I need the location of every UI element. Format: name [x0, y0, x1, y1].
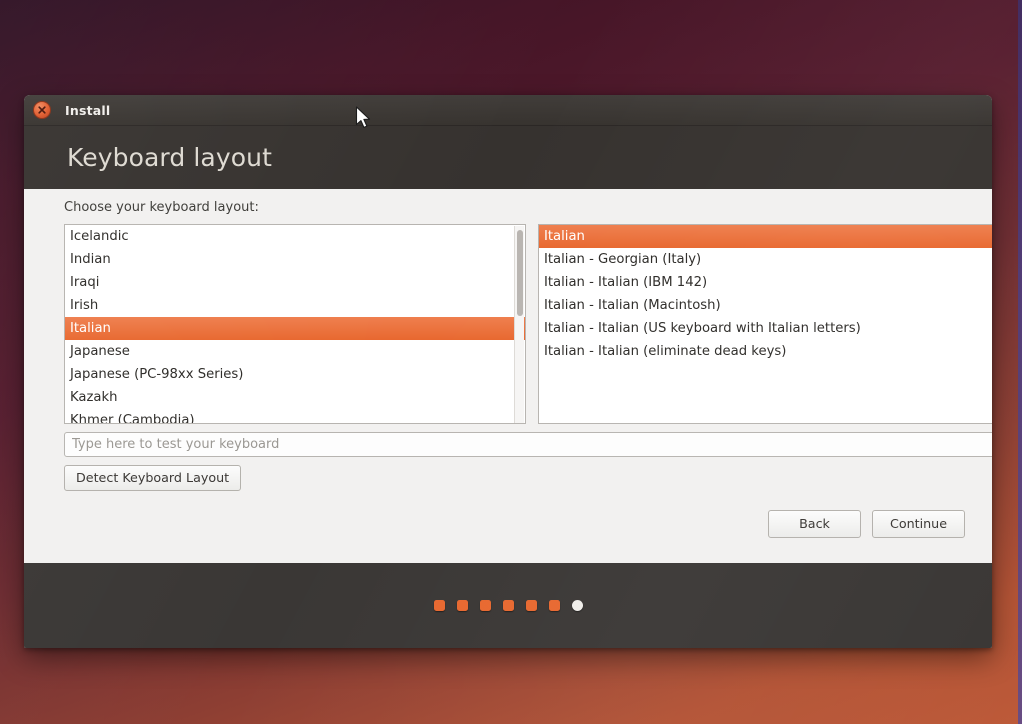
window-titlebar[interactable]: Install	[24, 95, 992, 126]
keyboard-layout-list[interactable]: Icelandic Indian Iraqi Irish Italian Japanese…	[64, 224, 526, 424]
layout-list-scrollbar[interactable]	[514, 226, 524, 423]
install-window: Install Keyboard layout Choose your keyb…	[24, 95, 992, 648]
progress-dot	[525, 600, 537, 611]
keyboard-variant-item[interactable]: Italian - Italian (eliminate dead keys)	[539, 340, 992, 363]
keyboard-variant-item[interactable]: Italian - Italian (US keyboard with Ital…	[539, 317, 992, 340]
keyboard-variant-item[interactable]: Italian - Georgian (Italy)	[539, 248, 992, 271]
page-header: Keyboard layout	[24, 126, 992, 189]
keyboard-variant-item[interactable]: Italian - Italian (IBM 142)	[539, 271, 992, 294]
main-content: Choose your keyboard layout: Icelandic In…	[24, 189, 992, 562]
keyboard-layout-item[interactable]: Indian	[65, 248, 525, 271]
window-title: Install	[65, 102, 111, 118]
keyboard-variant-item[interactable]: Italian	[539, 225, 992, 248]
progress-dot	[456, 600, 468, 611]
close-icon[interactable]	[33, 101, 51, 119]
progress-dots	[433, 600, 583, 611]
keyboard-variant-item[interactable]: Italian - Italian (Macintosh)	[539, 294, 992, 317]
progress-dot	[502, 600, 514, 611]
desktop-right-edge	[1018, 0, 1022, 724]
back-button[interactable]: Back	[768, 510, 861, 538]
scrollbar-thumb[interactable]	[517, 230, 523, 316]
keyboard-layout-item[interactable]: Iraqi	[65, 271, 525, 294]
keyboard-layout-item[interactable]: Khmer (Cambodia)	[65, 409, 525, 423]
progress-dot	[479, 600, 491, 611]
keyboard-variant-list[interactable]: Italian Italian - Georgian (Italy) Italian…	[538, 224, 992, 424]
progress-dot	[433, 600, 445, 611]
progress-dot	[548, 600, 560, 611]
progress-dot	[571, 600, 583, 611]
keyboard-layout-item[interactable]: Japanese	[65, 340, 525, 363]
choose-layout-label: Choose your keyboard layout:	[64, 200, 259, 215]
keyboard-layout-item[interactable]: Kazakh	[65, 386, 525, 409]
desktop-background: Install Keyboard layout Choose your keyb…	[0, 0, 1022, 724]
keyboard-layout-item[interactable]: Irish	[65, 294, 525, 317]
keyboard-layout-item[interactable]: Icelandic	[65, 225, 525, 248]
page-title: Keyboard layout	[67, 143, 272, 172]
keyboard-layout-item[interactable]: Italian	[65, 317, 525, 340]
navigation-buttons: Back Continue	[768, 510, 965, 538]
keyboard-test-input[interactable]	[64, 432, 992, 457]
detect-keyboard-layout-button[interactable]: Detect Keyboard Layout	[64, 465, 242, 491]
keyboard-layout-item[interactable]: Japanese (PC-98xx Series)	[65, 363, 525, 386]
continue-button[interactable]: Continue	[872, 510, 965, 538]
progress-footer	[24, 563, 992, 648]
